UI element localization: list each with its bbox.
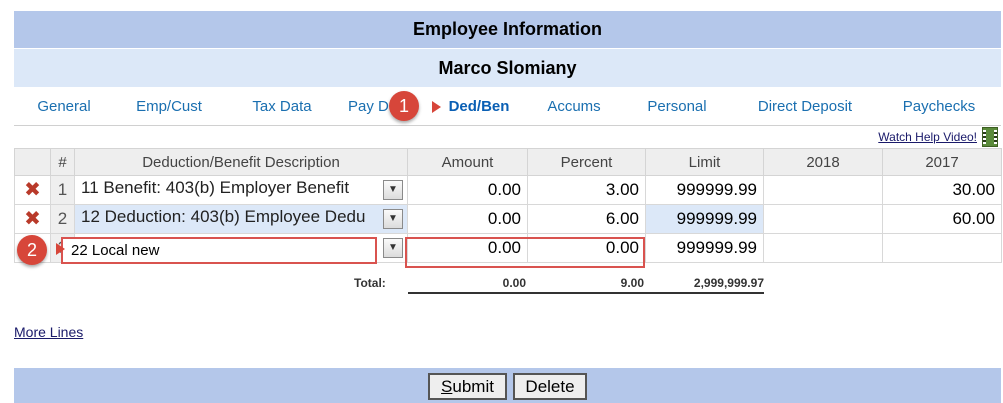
watch-help-video-link[interactable]: Watch Help Video! xyxy=(878,130,977,144)
chevron-down-icon[interactable]: ▼ xyxy=(383,180,403,200)
tab-general[interactable]: General xyxy=(14,88,114,126)
tab-accums[interactable]: Accums xyxy=(536,88,612,126)
delete-x-icon: ✖ xyxy=(24,178,41,201)
description-input[interactable]: 22 Local new xyxy=(61,237,377,264)
header-percent: Percent xyxy=(527,148,646,176)
year-2017-value: 30.00 xyxy=(882,175,1002,205)
submit-button[interactable]: Submit xyxy=(428,373,507,400)
description-value: 11 Benefit: 403(b) Employer Benefit xyxy=(81,177,350,197)
header-description: Deduction/Benefit Description xyxy=(74,148,408,176)
header-limit: Limit xyxy=(645,148,764,176)
header-delete xyxy=(14,148,51,176)
limit-value: 999999.99 xyxy=(645,204,764,234)
percent-field[interactable]: 0.00 xyxy=(527,233,646,263)
tab-tax-data[interactable]: Tax Data xyxy=(238,88,326,126)
table-row: ✖ 2 12 Deduction: 403(b) Employee Dedu ▼ … xyxy=(14,204,1002,234)
callout-arrow-1 xyxy=(432,101,441,113)
tab-bar: General Emp/Cust Tax Data Pay D Ded/Ben … xyxy=(14,88,1001,126)
amount-field[interactable]: 0.00 xyxy=(407,175,528,205)
total-limit: 2,999,999.97 xyxy=(693,276,764,290)
film-icon[interactable] xyxy=(982,127,998,147)
chevron-down-icon[interactable]: ▼ xyxy=(383,238,403,258)
page-title: Employee Information xyxy=(14,11,1001,48)
year-2017-value xyxy=(882,233,1002,263)
row-number: 1 xyxy=(50,175,75,205)
tab-direct-deposit[interactable]: Direct Deposit xyxy=(750,88,860,126)
chevron-down-icon[interactable]: ▼ xyxy=(383,209,403,229)
more-lines-link[interactable]: More Lines xyxy=(14,324,83,340)
header-num: # xyxy=(50,148,75,176)
year-2018-value xyxy=(763,233,883,263)
row-number: 2 xyxy=(50,204,75,234)
percent-field[interactable]: 6.00 xyxy=(527,204,646,234)
submit-label: ubmit xyxy=(452,377,494,396)
tab-ded-ben[interactable]: Ded/Ben xyxy=(440,88,518,126)
tab-personal[interactable]: Personal xyxy=(638,88,716,126)
delete-row-button[interactable]: ✖ xyxy=(14,204,51,234)
total-percent: 9.00 xyxy=(620,276,644,290)
year-2017-value: 60.00 xyxy=(882,204,1002,234)
table-header-row: # Deduction/Benefit Description Amount P… xyxy=(14,148,1002,176)
total-underline xyxy=(408,292,764,294)
tab-paychecks[interactable]: Paychecks xyxy=(894,88,984,126)
header-amount: Amount xyxy=(407,148,528,176)
limit-value: 999999.99 xyxy=(645,175,764,205)
tab-emp-cust[interactable]: Emp/Cust xyxy=(124,88,214,126)
header-2018: 2018 xyxy=(763,148,883,176)
delete-row-button[interactable]: ✖ xyxy=(14,175,51,205)
footer-bar xyxy=(14,368,1001,403)
year-2018-value xyxy=(763,175,883,205)
description-select[interactable]: 12 Deduction: 403(b) Employee Dedu ▼ xyxy=(74,204,408,234)
table-row: ✖ 1 11 Benefit: 403(b) Employer Benefit ▼… xyxy=(14,175,1002,205)
total-label: Total: xyxy=(354,276,386,290)
percent-field[interactable]: 3.00 xyxy=(527,175,646,205)
callout-arrow-2 xyxy=(56,243,65,255)
description-select[interactable]: 11 Benefit: 403(b) Employer Benefit ▼ xyxy=(74,175,408,205)
delete-button[interactable]: Delete xyxy=(513,373,587,400)
amount-field[interactable]: 0.00 xyxy=(407,233,528,263)
submit-accesskey: S xyxy=(441,377,453,396)
header-2017: 2017 xyxy=(882,148,1002,176)
description-value: 12 Deduction: 403(b) Employee Dedu xyxy=(81,206,366,226)
amount-field[interactable]: 0.00 xyxy=(407,204,528,234)
limit-value: 999999.99 xyxy=(645,233,764,263)
delete-x-icon: ✖ xyxy=(24,207,41,230)
callout-badge-2: 2 xyxy=(17,235,47,265)
employee-name: Marco Slomiany xyxy=(14,49,1001,87)
year-2018-value xyxy=(763,204,883,234)
total-amount: 0.00 xyxy=(502,276,526,290)
callout-badge-1: 1 xyxy=(389,91,419,121)
